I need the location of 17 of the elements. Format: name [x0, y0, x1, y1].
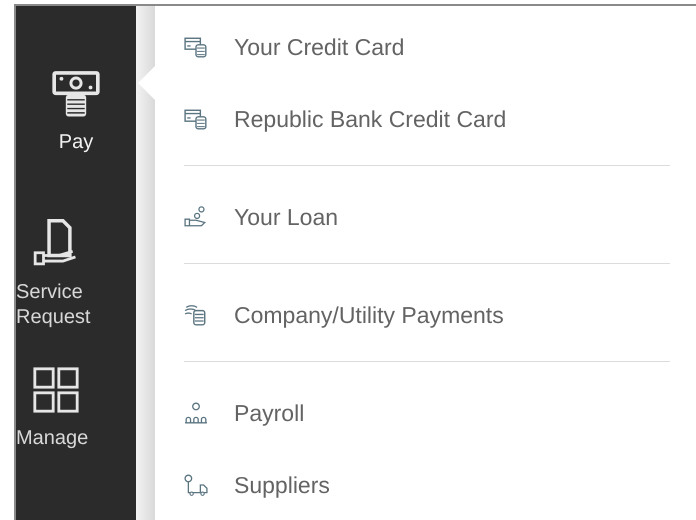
- menu-item[interactable]: Payroll: [184, 398, 670, 428]
- grid-icon: [32, 366, 80, 414]
- people-icon: [184, 402, 208, 424]
- coin-stack-icon: [184, 304, 208, 326]
- sidebar-item[interactable]: Pay: [16, 70, 136, 218]
- sidebar-item[interactable]: Service Request: [16, 218, 136, 366]
- menu-item[interactable]: Company/Utility Payments: [184, 300, 670, 330]
- truck-icon: [184, 474, 208, 496]
- coin-hand-icon: [184, 206, 208, 228]
- menu-item[interactable]: Your Credit Card: [184, 32, 670, 62]
- menu-item[interactable]: Republic Bank Credit Card: [184, 104, 670, 134]
- menu-item[interactable]: Your Loan: [184, 202, 670, 232]
- menu-item[interactable]: Suppliers: [184, 470, 670, 500]
- credit-card-icon: [184, 108, 208, 130]
- sidebar-item[interactable]: Manage: [16, 366, 136, 514]
- credit-card-icon: [184, 36, 208, 58]
- banknote-icon: [51, 70, 101, 118]
